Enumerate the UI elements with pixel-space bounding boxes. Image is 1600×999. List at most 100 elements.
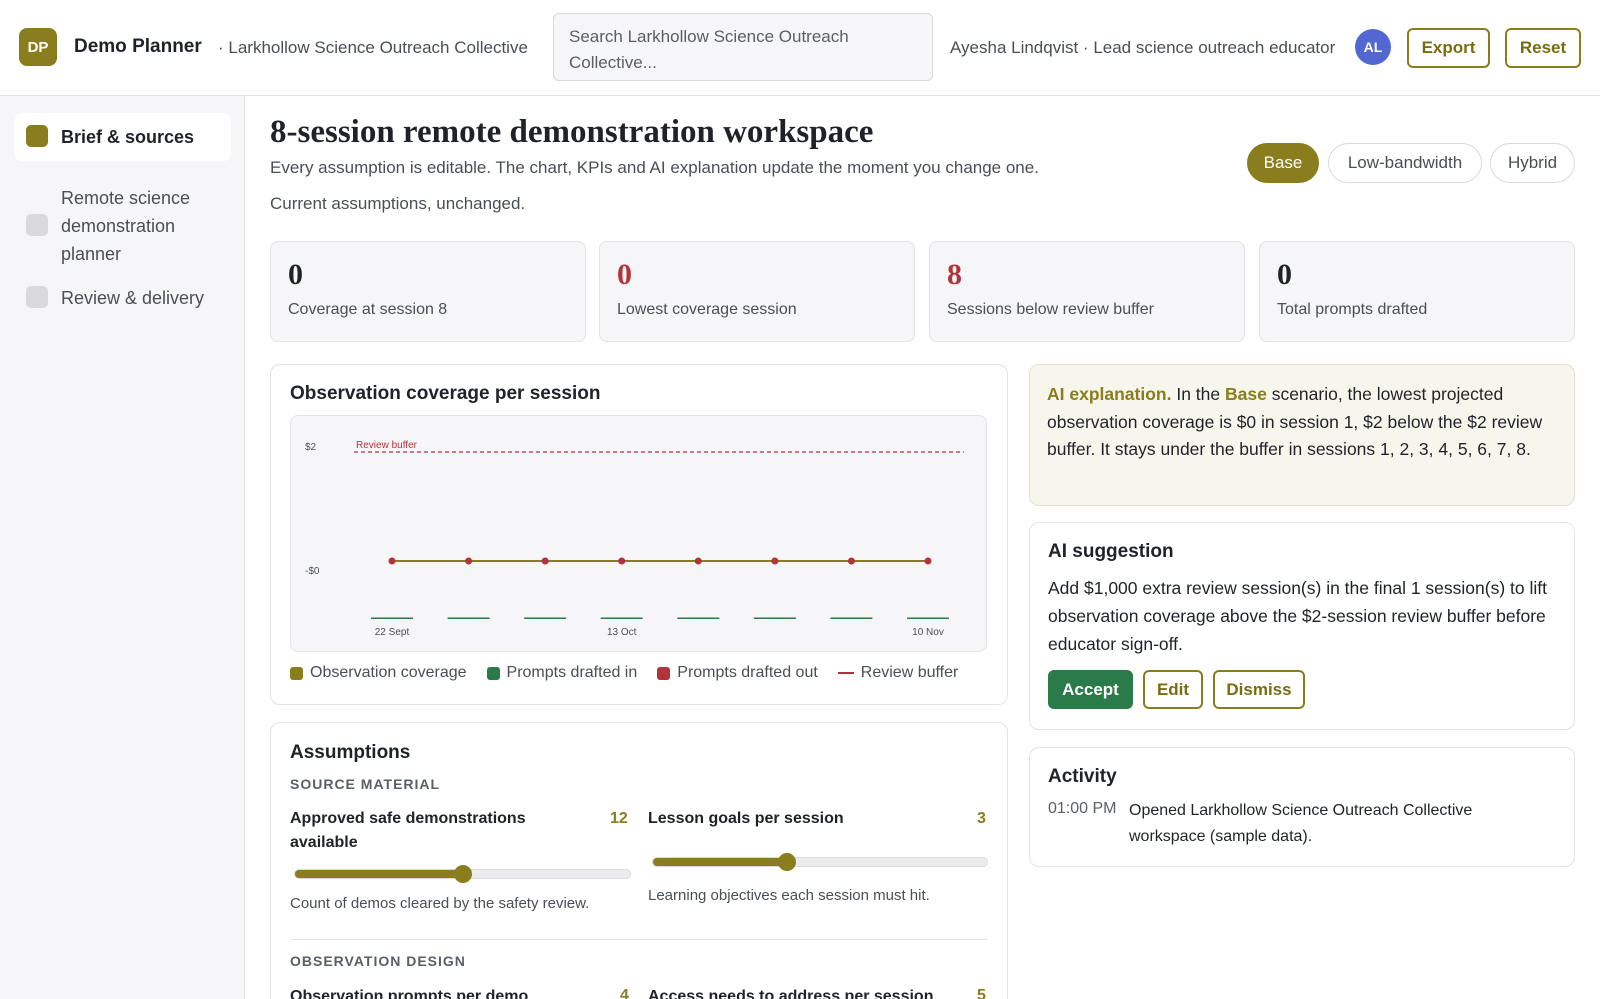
reset-button[interactable]: Reset bbox=[1505, 28, 1581, 68]
field-label: Observation prompts per demo bbox=[290, 988, 529, 999]
scenario-tab-base[interactable]: Base bbox=[1247, 143, 1319, 183]
kpi-card: 8 Sessions below review buffer bbox=[929, 241, 1245, 342]
explanation-text: In the bbox=[1171, 384, 1225, 404]
section-label-observation-design: OBSERVATION DESIGN bbox=[290, 953, 466, 969]
sidebar-item-review-delivery[interactable]: Review & delivery bbox=[14, 274, 231, 322]
explanation-scenario: Base bbox=[1224, 384, 1267, 404]
legend-item-prompts-in: Prompts drafted in bbox=[486, 664, 638, 682]
chart-legend: Observation coverage Prompts drafted in … bbox=[290, 664, 978, 682]
scenario-tab-low-bandwidth[interactable]: Low-bandwidth bbox=[1328, 143, 1482, 183]
prompts-out-point bbox=[924, 557, 932, 565]
user-label: Ayesha Lindqvist · Lead science outreach… bbox=[950, 38, 1336, 57]
lesson-goals-slider[interactable] bbox=[652, 853, 988, 871]
legend-label: Prompts drafted in bbox=[506, 664, 638, 681]
x-tick-label: 13 Oct bbox=[607, 627, 637, 638]
field-value: 5 bbox=[977, 987, 986, 999]
suggestion-title: AI suggestion bbox=[1048, 541, 1174, 562]
prompts-out-point bbox=[541, 557, 549, 565]
legend-label: Review buffer bbox=[860, 664, 959, 681]
legend-item-prompts-out: Prompts drafted out bbox=[657, 664, 818, 682]
kpi-value: 0 bbox=[288, 258, 303, 291]
legend-swatch bbox=[657, 666, 671, 680]
prompts-in-bar bbox=[371, 617, 413, 619]
prompts-out-point bbox=[388, 557, 396, 565]
prompts-in-bar bbox=[600, 617, 643, 619]
y-tick-label: -$0 bbox=[305, 566, 320, 577]
avatar[interactable]: AL bbox=[1355, 29, 1391, 65]
legend-swatch bbox=[486, 666, 500, 680]
kpi-label: Coverage at session 8 bbox=[288, 301, 448, 318]
dismiss-button[interactable]: Dismiss bbox=[1213, 670, 1305, 709]
x-tick-label: 10 Nov bbox=[912, 627, 944, 638]
edit-button[interactable]: Edit bbox=[1143, 670, 1203, 709]
prompts-in-bar bbox=[524, 617, 567, 619]
section-label-source-material: SOURCE MATERIAL bbox=[290, 776, 441, 792]
app-logo: DP bbox=[19, 28, 57, 66]
app-name: Demo Planner bbox=[74, 36, 202, 57]
slider-thumb[interactable] bbox=[777, 853, 796, 871]
kpi-label: Sessions below review buffer bbox=[947, 301, 1154, 318]
divider bbox=[290, 939, 988, 940]
accept-button[interactable]: Accept bbox=[1048, 670, 1133, 709]
export-button[interactable]: Export bbox=[1407, 28, 1490, 68]
step-icon bbox=[26, 286, 48, 308]
field-value: 4 bbox=[620, 987, 629, 999]
kpi-card: 0 Total prompts drafted bbox=[1259, 241, 1575, 342]
scenario-tab-hybrid[interactable]: Hybrid bbox=[1490, 143, 1575, 183]
field-value: 12 bbox=[610, 810, 628, 827]
prompts-out-point bbox=[618, 557, 626, 565]
sidebar-item-demo-planner[interactable]: Remote science demonstration planner bbox=[14, 174, 231, 278]
sidebar-item-label: Remote science demonstration planner bbox=[61, 188, 191, 264]
sidebar-item-label: Review & delivery bbox=[61, 288, 205, 308]
prompts-out-point bbox=[465, 557, 473, 565]
explanation-prefix: AI explanation. bbox=[1047, 384, 1172, 404]
kpi-value: 0 bbox=[617, 258, 632, 291]
legend-label: Observation coverage bbox=[310, 664, 467, 681]
prompts-out-point bbox=[847, 557, 855, 565]
kpi-value: 0 bbox=[1277, 258, 1292, 291]
prompts-in-bar bbox=[447, 617, 490, 619]
activity-text: Opened Larkhollow Science Outreach Colle… bbox=[1129, 802, 1473, 845]
activity-title: Activity bbox=[1048, 766, 1117, 787]
step-icon bbox=[26, 125, 48, 147]
activity-time: 01:00 PM bbox=[1048, 800, 1117, 817]
x-tick-label: 22 Sept bbox=[375, 627, 410, 638]
field-label: Access needs to address per session bbox=[648, 988, 934, 999]
prompts-in-bar bbox=[677, 617, 720, 619]
org-name: · Larkhollow Science Outreach Collective bbox=[218, 38, 528, 57]
page-subtitle: Every assumption is editable. The chart,… bbox=[270, 158, 1039, 177]
prompts-out-point bbox=[694, 557, 702, 565]
search-input[interactable]: Search Larkhollow Science Outreach Colle… bbox=[553, 13, 933, 81]
legend-label: Prompts drafted out bbox=[677, 664, 818, 681]
suggestion-text: Add $1,000 extra review session(s) in th… bbox=[1048, 578, 1547, 654]
kpi-label: Lowest coverage session bbox=[617, 301, 797, 318]
kpi-value: 8 bbox=[947, 258, 962, 291]
field-help: Count of demos cleared by the safety rev… bbox=[290, 895, 590, 912]
ai-explanation: AI explanation. In the Base scenario, th… bbox=[1029, 364, 1575, 506]
status-text: Current assumptions, unchanged. bbox=[270, 194, 526, 213]
legend-swatch bbox=[837, 672, 854, 674]
field-help: Learning objectives each session must hi… bbox=[648, 887, 930, 904]
kpi-card: 0 Coverage at session 8 bbox=[270, 241, 586, 342]
y-tick-label: $2 bbox=[305, 442, 317, 453]
field-label: Lesson goals per session bbox=[648, 810, 844, 827]
coverage-chart: $2 -$0 Review buffer 22 Sept 13 Oct 10 Nov bbox=[305, 440, 964, 638]
slider-thumb[interactable] bbox=[453, 865, 472, 883]
sidebar-item-brief-sources[interactable]: Brief & sources bbox=[14, 113, 231, 161]
prompts-out-point bbox=[771, 557, 779, 565]
legend-item-review-buffer: Review buffer bbox=[837, 664, 959, 682]
sidebar: Brief & sources Remote science demonstra… bbox=[0, 96, 245, 999]
review-buffer-label: Review buffer bbox=[356, 440, 418, 451]
kpi-card: 0 Lowest coverage session bbox=[599, 241, 915, 342]
prompts-in-bar bbox=[830, 617, 873, 619]
chart-title: Observation coverage per session bbox=[290, 383, 601, 404]
app-header: DP Demo Planner · Larkhollow Science Out… bbox=[0, 0, 1600, 96]
assumptions-title: Assumptions bbox=[290, 742, 411, 763]
prompts-in-bar bbox=[907, 617, 949, 619]
field-label: Approved safe demonstrations available bbox=[290, 810, 526, 851]
kpi-label: Total prompts drafted bbox=[1277, 301, 1428, 318]
page-title: 8-session remote demonstration workspace bbox=[270, 114, 874, 150]
chart-area: $2 -$0 Review buffer 22 Sept 13 Oct 10 Nov bbox=[290, 415, 987, 652]
step-icon bbox=[26, 214, 48, 236]
demos-available-slider[interactable] bbox=[294, 865, 631, 883]
